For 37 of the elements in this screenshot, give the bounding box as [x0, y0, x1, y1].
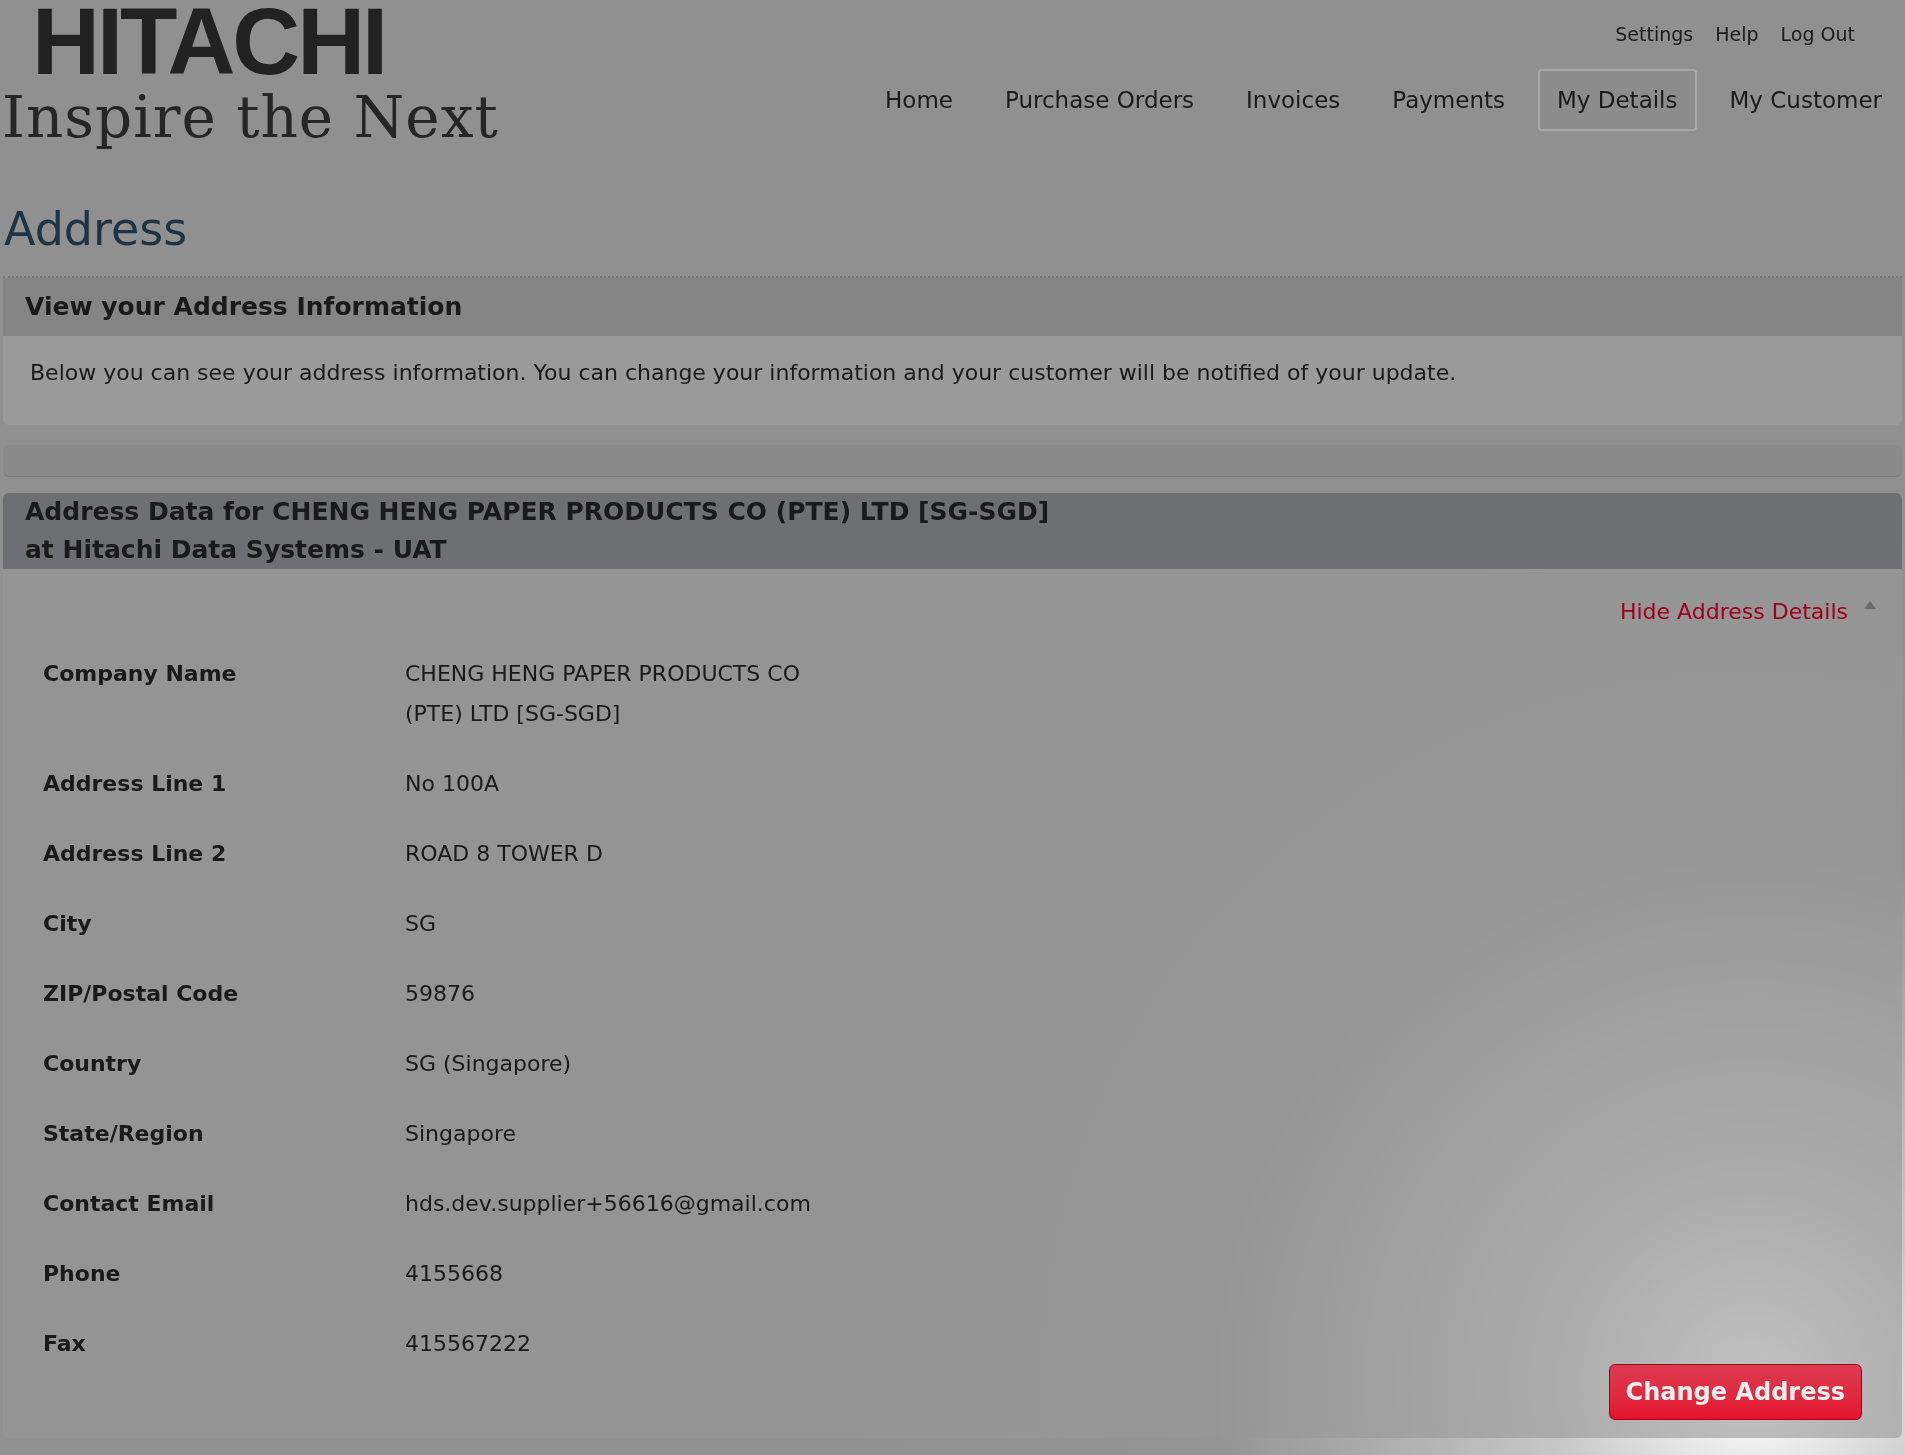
field-label: Country	[43, 1050, 143, 1078]
field-value: 415567222	[405, 1330, 531, 1358]
section-header: View your Address Information	[3, 278, 1902, 336]
field-value: No 100A	[405, 770, 499, 798]
field-label: ZIP/Postal Code	[43, 980, 240, 1008]
page-title: Address	[4, 206, 189, 252]
field-value: ROAD 8 TOWER D	[405, 840, 603, 868]
field-value: SG	[405, 910, 436, 938]
field-value: 59876	[405, 980, 475, 1008]
caret-up-icon[interactable]	[1864, 600, 1876, 609]
field-label: Address Line 2	[43, 840, 228, 868]
nav-tab[interactable]: My Details	[1538, 68, 1697, 131]
nav-tab[interactable]: My Customer	[1710, 68, 1901, 131]
nav-tab[interactable]: Invoices	[1227, 68, 1360, 131]
field-value: SG (Singapore)	[405, 1050, 572, 1078]
field-label: Fax	[43, 1330, 87, 1358]
field-label: Address Line 1	[43, 770, 228, 798]
header-link[interactable]: Settings	[1615, 20, 1694, 49]
field-value: CHENG HENG PAPER PRODUCTS CO (PTE) LTD [SG-SGD]	[405, 660, 801, 728]
description-text: Below you can see your address information. You can change your information and your customer will be notified of your update.	[29, 359, 1458, 387]
field-value: Singapore	[405, 1120, 516, 1148]
field-label: Phone	[43, 1260, 122, 1288]
field-label: State/Region	[43, 1120, 205, 1148]
field-value: 4155668	[405, 1260, 503, 1288]
header-link[interactable]: Help	[1715, 20, 1759, 49]
logo-wordmark: HITACHI	[31, 0, 387, 84]
nav-tab[interactable]: Home	[866, 68, 972, 131]
hide-details-link[interactable]: Hide Address Details	[1619, 595, 1848, 628]
change-address-button[interactable]: Change Address	[1608, 1364, 1862, 1420]
nav-tab[interactable]: Payments	[1373, 68, 1524, 131]
nav-tab[interactable]: Purchase Orders	[985, 68, 1214, 131]
field-label: Contact Email	[43, 1190, 216, 1218]
header-link[interactable]: Log Out	[1780, 20, 1855, 49]
field-label: Company Name	[43, 660, 238, 688]
logo-tagline: Inspire the Next	[2, 84, 499, 150]
field-label: City	[43, 910, 93, 938]
section-title: Address Data for CHENG HENG PAPER PRODUCTS CO (PTE) LTD [SG-SGD] at Hitachi Data Systems - UAT	[25, 496, 1051, 566]
